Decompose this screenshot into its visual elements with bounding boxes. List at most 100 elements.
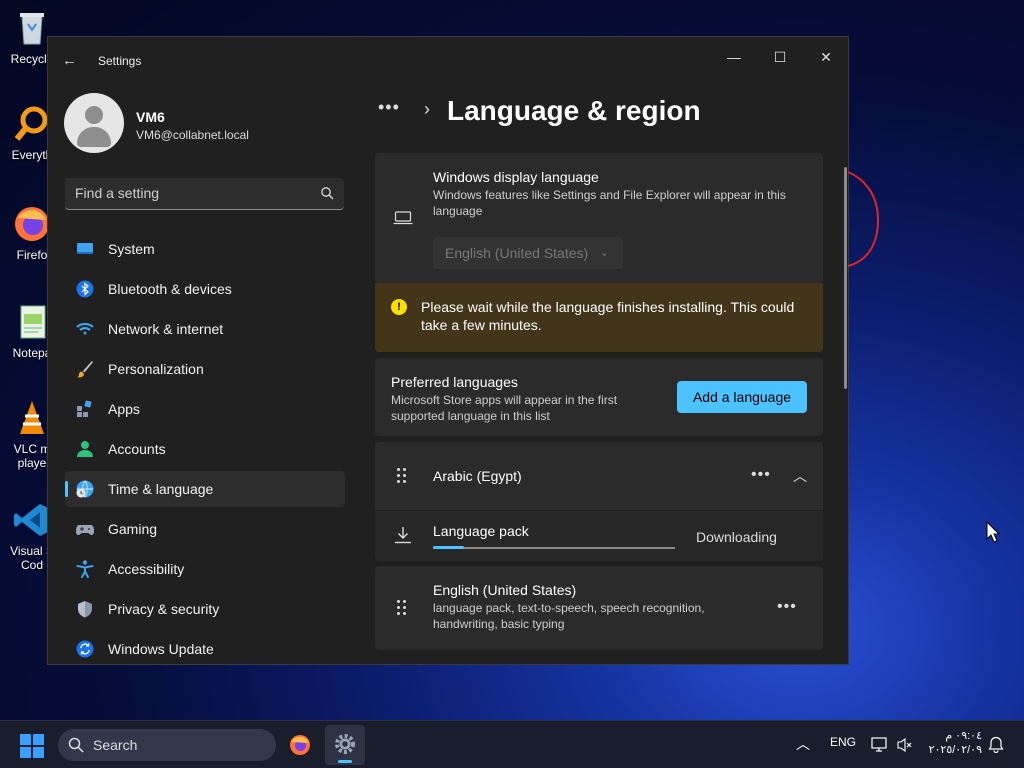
accounts-icon <box>77 441 93 457</box>
display-language-card: Windows display language Windows feature… <box>375 153 823 283</box>
volume-muted-icon[interactable] <box>897 737 913 753</box>
avatar[interactable] <box>64 93 124 153</box>
taskbar-settings[interactable] <box>325 725 365 765</box>
firefox-icon <box>12 204 52 244</box>
sidebar-item-personalization[interactable]: Personalization <box>65 351 345 387</box>
taskbar: Search ︿ ENG ٠٩:٠٤ م ٢٠٢٥/٠٢/٠٩ <box>0 720 1024 768</box>
update-icon <box>76 640 94 658</box>
vlc-icon <box>12 398 52 438</box>
active-indicator <box>338 760 352 763</box>
sidebar-item-accessibility[interactable]: Accessibility <box>65 551 345 587</box>
recycle-bin-icon <box>12 8 52 48</box>
sidebar-item-label: Windows Update <box>108 641 214 657</box>
sidebar-item-time-language[interactable]: Time & language <box>65 471 345 507</box>
sidebar-item-label: Gaming <box>108 521 158 537</box>
preferred-languages-card: Preferred languages Microsoft Store apps… <box>375 358 823 436</box>
system-clock[interactable]: ٠٩:٠٤ م ٢٠٢٥/٠٢/٠٩ <box>926 729 982 757</box>
input-language-indicator[interactable]: ENG <box>830 735 856 749</box>
clock-date: ٢٠٢٥/٠٢/٠٩ <box>928 744 982 756</box>
laptop-icon <box>393 211 413 225</box>
warning-icon: ! <box>391 299 407 315</box>
close-button[interactable]: ✕ <box>803 41 848 73</box>
window-title: Settings <box>98 54 142 68</box>
everything-app-icon <box>12 104 52 144</box>
taskbar-search-label: Search <box>93 737 138 753</box>
notification-bell-icon[interactable] <box>988 736 1004 753</box>
language-features: language pack, text-to-speech, speech re… <box>433 601 705 631</box>
preferred-languages-title: Preferred languages <box>391 374 518 390</box>
sidebar-item-bluetooth[interactable]: Bluetooth & devices <box>65 271 345 307</box>
more-options-button[interactable]: ••• <box>777 598 797 616</box>
dropdown-value: English (United States) <box>445 245 589 261</box>
sidebar-item-accounts[interactable]: Accounts <box>65 431 345 467</box>
accessibility-icon <box>76 560 94 578</box>
display-language-title: Windows display language <box>433 169 599 185</box>
notepad-icon <box>12 302 52 342</box>
download-progress-bar <box>433 546 675 549</box>
drag-handle-icon[interactable] <box>397 600 407 616</box>
language-name: English (United States) <box>433 582 577 598</box>
language-item-arabic[interactable]: Arabic (Egypt) ••• ︿ <box>375 442 823 510</box>
settings-window: ← Settings — ☐ ✕ VM6 VM6@collabnet.local… <box>47 36 849 665</box>
sidebar-nav: System Bluetooth & devices Network & int… <box>65 231 345 664</box>
shield-icon <box>78 601 92 618</box>
add-language-button[interactable]: Add a language <box>677 381 807 413</box>
network-icon[interactable] <box>871 737 889 753</box>
sidebar-item-label: Privacy & security <box>108 601 220 617</box>
install-warning-banner: ! Please wait while the language finishe… <box>375 283 823 352</box>
sidebar-item-label: System <box>108 241 155 257</box>
minimize-button[interactable]: — <box>711 41 757 73</box>
chevron-down-icon: ⌄ <box>599 247 609 259</box>
breadcrumb-separator: › <box>424 99 430 119</box>
user-name: VM6 <box>136 109 165 125</box>
sidebar-item-privacy[interactable]: Privacy & security <box>65 591 345 627</box>
drag-handle-icon[interactable] <box>397 468 407 484</box>
sidebar-item-label: Apps <box>108 401 140 417</box>
taskbar-search[interactable]: Search <box>58 729 276 761</box>
start-button[interactable] <box>20 734 44 758</box>
chevron-up-icon[interactable]: ︿ <box>793 466 807 486</box>
show-hidden-icons-button[interactable]: ︿ <box>796 734 810 754</box>
sidebar-item-label: Accessibility <box>108 561 185 577</box>
language-pack-row: Language pack Downloading <box>375 511 823 561</box>
breadcrumb-overflow-button[interactable]: ••• <box>378 97 400 118</box>
search-icon[interactable] <box>320 186 334 200</box>
sidebar-item-system[interactable]: System <box>65 231 345 267</box>
user-email: VM6@collabnet.local <box>136 128 249 142</box>
display-language-description: Windows features like Settings and File … <box>433 188 786 218</box>
sidebar-item-label: Network & internet <box>108 321 224 337</box>
search-box[interactable] <box>65 178 344 210</box>
more-options-button[interactable]: ••• <box>751 466 771 484</box>
page-title: Language & region <box>447 95 701 126</box>
language-name: Arabic (Egypt) <box>433 468 522 484</box>
language-pack-label: Language pack <box>433 523 529 539</box>
warning-text: Please wait while the language finishes … <box>421 299 795 333</box>
sidebar-item-label: Accounts <box>108 441 166 457</box>
time-language-icon <box>76 480 94 498</box>
sidebar-item-windows-update[interactable]: Windows Update <box>65 631 345 664</box>
download-status: Downloading <box>696 529 777 545</box>
language-item-english[interactable]: English (United States) language pack, t… <box>375 566 823 650</box>
gear-icon <box>335 734 355 754</box>
bluetooth-icon <box>76 280 94 298</box>
taskbar-firefox[interactable] <box>280 725 320 765</box>
sidebar-item-apps[interactable]: Apps <box>65 391 345 427</box>
preferred-languages-description: Microsoft Store apps will appear in the … <box>391 393 618 423</box>
download-icon <box>395 527 411 544</box>
sidebar-item-gaming[interactable]: Gaming <box>65 511 345 547</box>
sidebar-item-network[interactable]: Network & internet <box>65 311 345 347</box>
apps-icon <box>77 400 92 417</box>
maximize-button[interactable]: ☐ <box>757 41 803 73</box>
display-language-dropdown[interactable]: English (United States) ⌄ <box>433 237 623 269</box>
sidebar-item-label: Time & language <box>108 481 214 497</box>
progress-fill <box>433 546 465 549</box>
sidebar-item-label: Personalization <box>108 361 204 377</box>
title-bar: ← Settings — ☐ ✕ <box>48 37 848 85</box>
mouse-cursor-icon <box>986 521 1000 543</box>
wifi-icon <box>76 322 94 335</box>
red-annotation-mark <box>847 171 880 267</box>
back-button[interactable]: ← <box>62 51 82 71</box>
vscode-icon <box>12 500 52 540</box>
system-icon <box>77 243 93 254</box>
search-input[interactable] <box>75 185 305 201</box>
